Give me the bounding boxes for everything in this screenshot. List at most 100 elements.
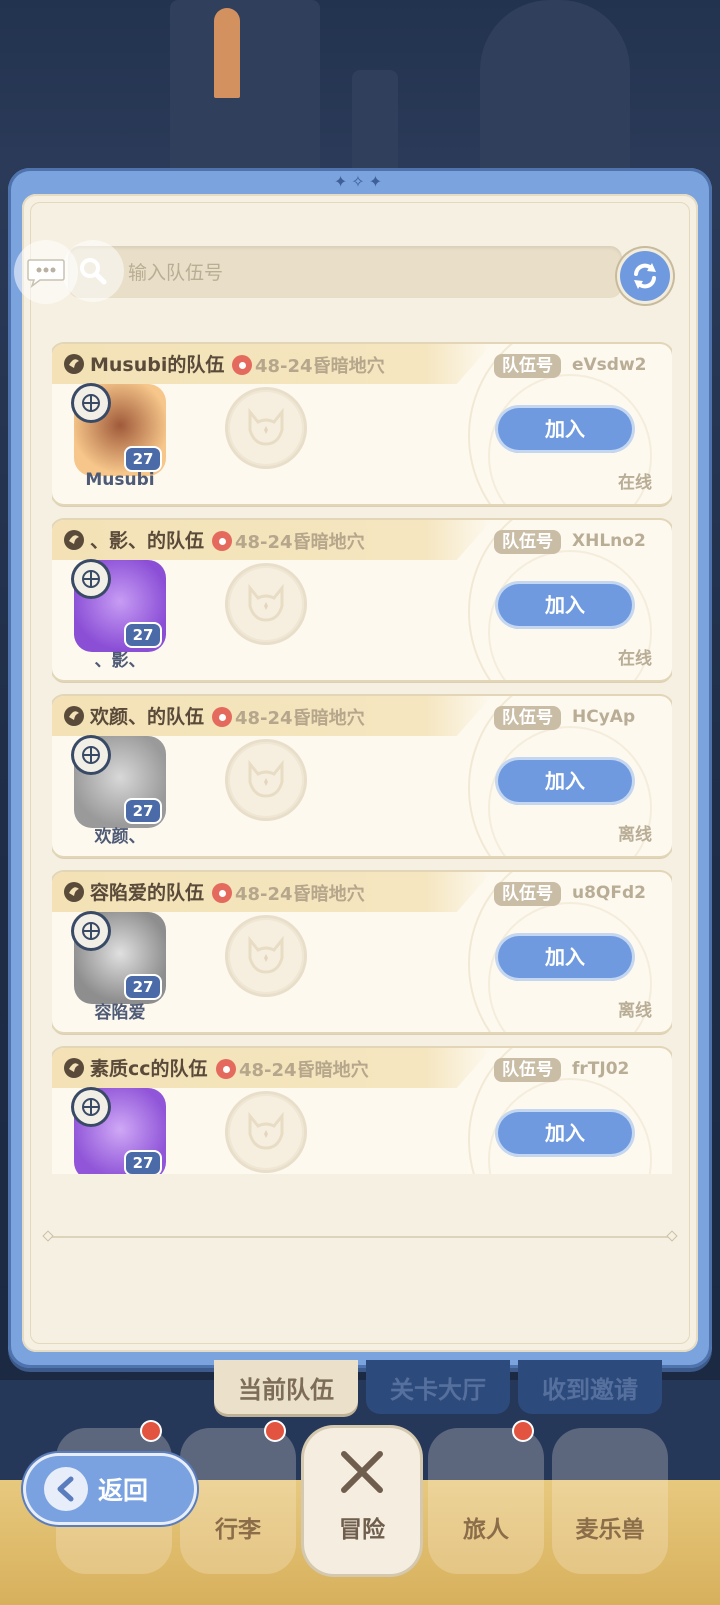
avatar[interactable]: 27 — [74, 736, 166, 828]
empty-member-slot[interactable] — [228, 566, 304, 642]
compass-icon — [74, 386, 108, 420]
team-name: 素质cc的队伍 — [90, 1058, 208, 1080]
team-code-label: 队伍号 — [494, 706, 561, 730]
team-location: 48-24昏暗地穴 — [212, 880, 365, 906]
notification-dot — [266, 1422, 284, 1440]
team-code-label: 队伍号 — [494, 530, 561, 554]
nav-label: 冒险 — [339, 1517, 385, 1543]
refresh-icon — [634, 263, 656, 289]
compass-icon — [74, 914, 108, 948]
search-bar[interactable] — [62, 240, 622, 302]
back-button[interactable]: 返回 — [26, 1456, 194, 1522]
empty-member-slot[interactable] — [228, 1094, 304, 1170]
member-name: 、影、 — [94, 651, 146, 671]
team-code-value: frTJ02 — [572, 1059, 630, 1079]
location-pin-icon — [212, 707, 232, 727]
team-code-label: 队伍号 — [494, 354, 561, 378]
avatar[interactable]: 27 — [74, 912, 166, 1004]
nav-label: 旅人 — [463, 1517, 509, 1543]
back-arrow-icon — [44, 1467, 88, 1511]
team-name: 、影、的队伍 — [90, 530, 205, 552]
nav-item-adventure[interactable]: 冒险 — [304, 1428, 420, 1574]
avatar[interactable]: 27 — [74, 1088, 166, 1174]
team-card: 、影、的队伍 48-24昏暗地穴 队伍号 XHLno2 27 、影、 加入 在线 — [52, 520, 672, 680]
team-location: 48-24昏暗地穴 — [212, 704, 365, 730]
team-panel-frame: ✦✧✦ Musubi — [8, 168, 712, 1368]
avatar[interactable]: 27 — [74, 560, 166, 652]
leader-icon — [64, 706, 84, 726]
team-card: Musubi的队伍 48-24昏暗地穴 队伍号 eVsdw2 27 Musubi… — [52, 344, 672, 504]
crossed-swords-icon — [341, 1451, 383, 1493]
join-button[interactable]: 加入 — [498, 760, 632, 802]
level-badge: 27 — [126, 1152, 160, 1174]
tab-current-team[interactable]: 当前队伍 — [214, 1360, 358, 1414]
team-card: 欢颜、的队伍 48-24昏暗地穴 队伍号 HCyAp 27 欢颜、 加入 离线 — [52, 696, 672, 856]
team-name: 容陷爱的队伍 — [90, 882, 205, 904]
online-status: 离线 — [618, 1172, 652, 1174]
team-name: Musubi的队伍 — [90, 354, 225, 376]
team-location: 48-24昏暗地穴 — [212, 528, 365, 554]
join-button[interactable]: 加入 — [498, 408, 632, 450]
location-text: 48-24昏暗地穴 — [235, 708, 365, 729]
location-text: 48-24昏暗地穴 — [235, 532, 365, 553]
team-list[interactable]: Musubi的队伍 48-24昏暗地穴 队伍号 eVsdw2 27 Musubi… — [52, 340, 672, 1174]
location-pin-icon — [232, 355, 252, 375]
compass-icon — [74, 562, 108, 596]
background-tower — [480, 0, 630, 170]
member-name: Musubi — [85, 470, 155, 490]
empty-slot-icon — [248, 1112, 284, 1150]
compass-icon — [74, 738, 108, 772]
team-code-label: 队伍号 — [494, 882, 561, 906]
background-tower — [170, 0, 320, 170]
refresh-button[interactable] — [620, 251, 670, 301]
team-name: 欢颜、的队伍 — [90, 706, 205, 728]
empty-slot-icon — [248, 584, 284, 622]
tab-stage-hall[interactable]: 关卡大厅 — [366, 1360, 510, 1414]
nav-item-travelers[interactable]: 旅人 — [428, 1422, 544, 1574]
location-pin-icon — [212, 531, 232, 551]
online-status: 离线 — [618, 1001, 652, 1021]
team-code-value: eVsdw2 — [572, 355, 647, 375]
nav-item-pets[interactable]: 麦乐兽 — [552, 1428, 668, 1574]
team-location: 48-24昏暗地穴 — [232, 352, 385, 378]
empty-slot-icon — [248, 408, 284, 446]
level-badge: 27 — [126, 800, 160, 822]
avatar[interactable]: 27 — [74, 384, 166, 476]
online-status: 离线 — [618, 825, 652, 845]
join-button[interactable]: 加入 — [498, 584, 632, 626]
nav-label: 行李 — [215, 1517, 261, 1543]
compass-icon — [74, 1090, 108, 1124]
location-pin-icon — [216, 1059, 236, 1079]
divider — [52, 1236, 668, 1238]
nav-label: 麦乐兽 — [575, 1517, 645, 1543]
chat-button[interactable] — [14, 240, 78, 304]
online-status: 在线 — [618, 473, 652, 493]
frame-ornament: ✦✧✦ — [333, 172, 387, 191]
empty-member-slot[interactable] — [228, 742, 304, 818]
leader-icon — [64, 882, 84, 902]
level-badge: 27 — [126, 976, 160, 998]
team-tabs: 当前队伍 关卡大厅 收到邀请 — [214, 1360, 662, 1414]
team-card: 容陷爱的队伍 48-24昏暗地穴 队伍号 u8QFd2 27 容陷爱 加入 离线 — [52, 872, 672, 1032]
join-button[interactable]: 加入 — [498, 1112, 632, 1154]
team-code-label: 队伍号 — [494, 1058, 561, 1082]
member-name: 容陷爱 — [94, 1003, 146, 1023]
team-location: 48-24昏暗地穴 — [216, 1056, 369, 1082]
empty-slot-icon — [248, 936, 284, 974]
location-text: 48-24昏暗地穴 — [255, 356, 385, 377]
team-code-value: HCyAp — [572, 707, 636, 727]
nav-item-luggage[interactable]: 行李 — [180, 1422, 296, 1574]
team-code-value: u8QFd2 — [572, 883, 646, 903]
team-code-input[interactable] — [126, 246, 610, 300]
empty-member-slot[interactable] — [228, 918, 304, 994]
notification-dot — [514, 1422, 532, 1440]
level-badge: 27 — [126, 624, 160, 646]
chat-icon — [27, 259, 65, 288]
join-button[interactable]: 加入 — [498, 936, 632, 978]
member-name: 欢颜、 — [94, 827, 146, 847]
leader-icon — [64, 1058, 84, 1078]
empty-member-slot[interactable] — [228, 390, 304, 466]
tab-received-invites[interactable]: 收到邀请 — [518, 1360, 662, 1414]
background-window — [214, 8, 240, 98]
back-label: 返回 — [98, 1476, 149, 1505]
